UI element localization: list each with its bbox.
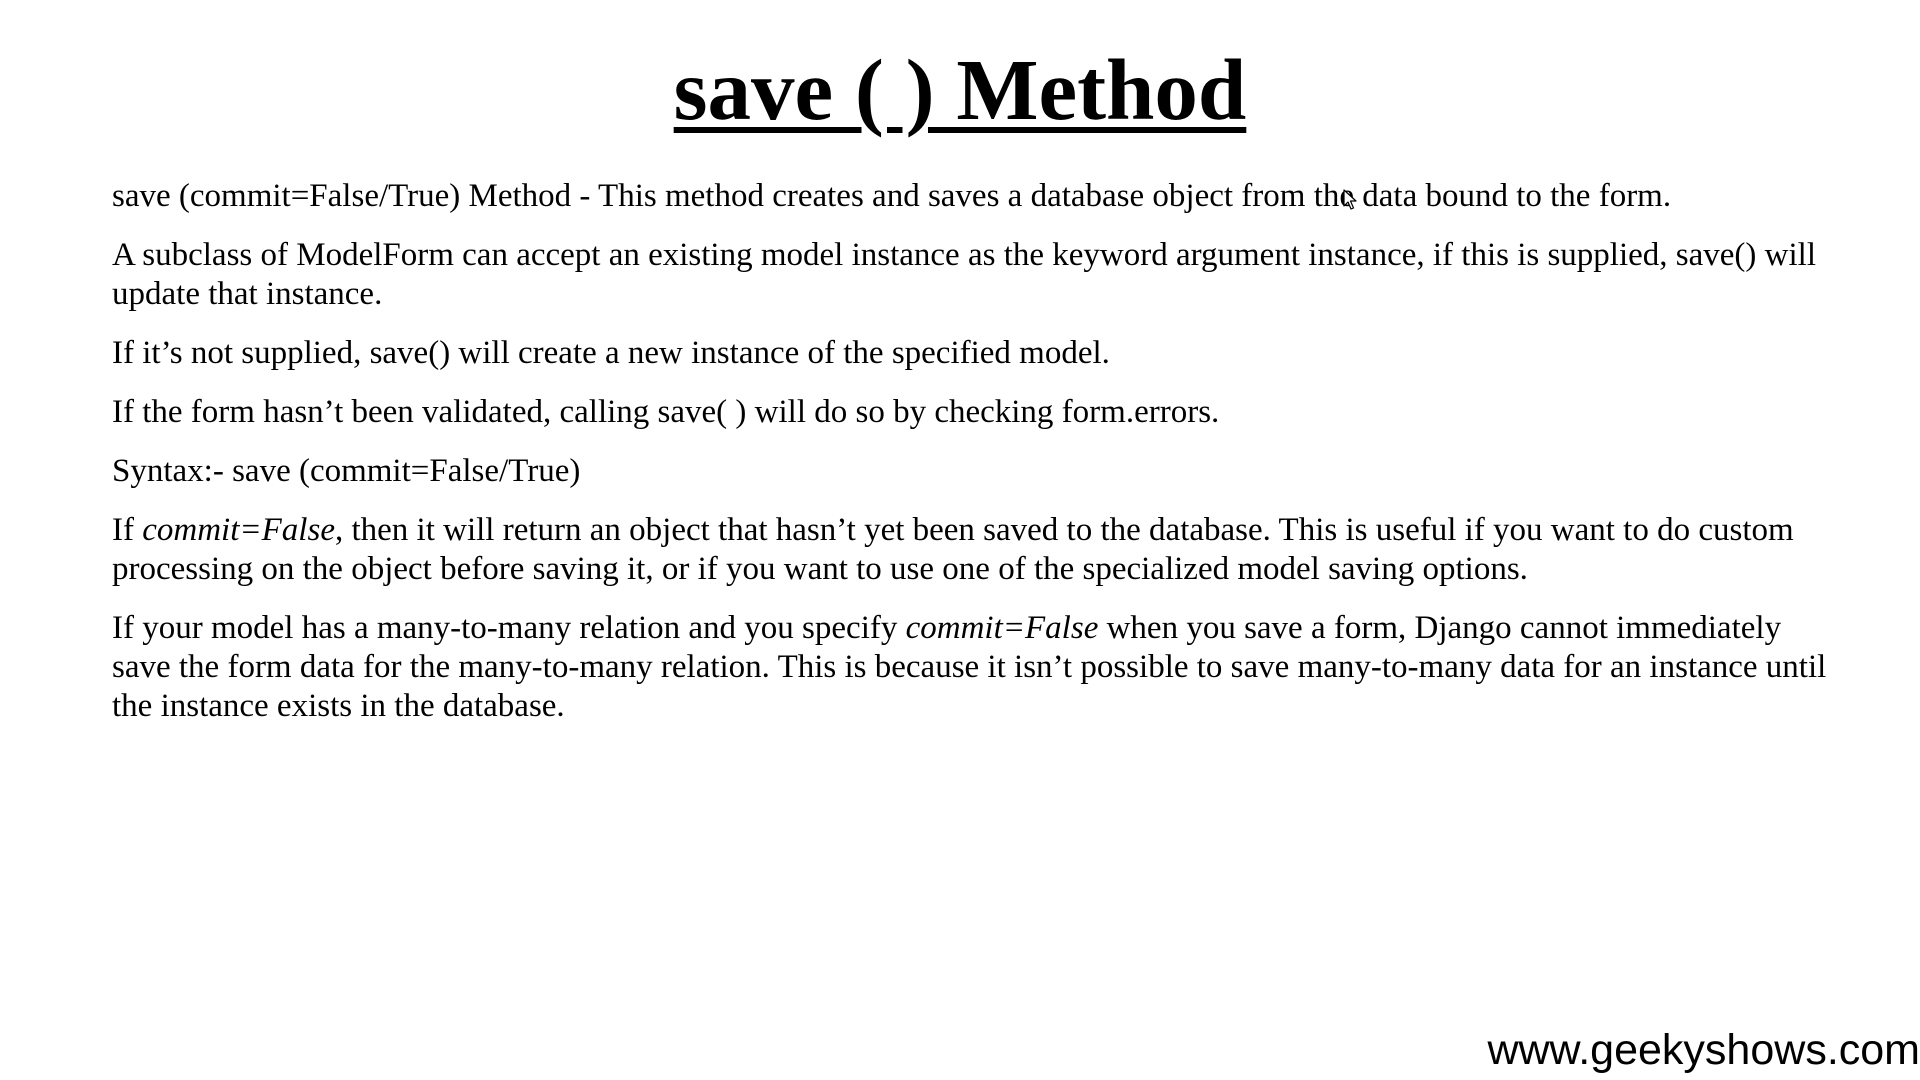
many-to-many-text-before: If your model has a many-to-many relatio… — [112, 610, 906, 646]
slide-body: save (commit=False/True) Method - This m… — [112, 177, 1832, 746]
website-footer: www.geekyshows.com — [1487, 1026, 1920, 1074]
slide-title: save ( ) Method — [0, 42, 1920, 138]
paragraph-syntax: Syntax:- save (commit=False/True) — [112, 453, 581, 489]
mouse-pointer-icon — [1343, 189, 1357, 210]
slide-title-text: save ( ) Method — [673, 41, 1247, 138]
commit-false-text-after: , then it will return an object that has… — [112, 512, 1794, 587]
commit-false-keyword: commit=False — [142, 512, 335, 548]
paragraph-save-method: save (commit=False/True) Method - This m… — [112, 178, 1672, 214]
many-to-many-keyword: commit=False — [905, 610, 1099, 646]
paragraph-many-to-many: If your model has a many-to-many relatio… — [112, 609, 1832, 726]
paragraph-commit-false: If commit=False, then it will return an … — [112, 511, 1832, 589]
paragraph-modelform-instance: A subclass of ModelForm can accept an ex… — [112, 237, 1816, 312]
paragraph-not-supplied: If it’s not supplied, save() will create… — [112, 335, 1110, 371]
commit-false-text-before: If — [112, 512, 143, 548]
paragraph-validation: If the form hasn’t been validated, calli… — [112, 394, 1220, 430]
slide: save ( ) Method save (commit=False/True)… — [0, 0, 1920, 1080]
